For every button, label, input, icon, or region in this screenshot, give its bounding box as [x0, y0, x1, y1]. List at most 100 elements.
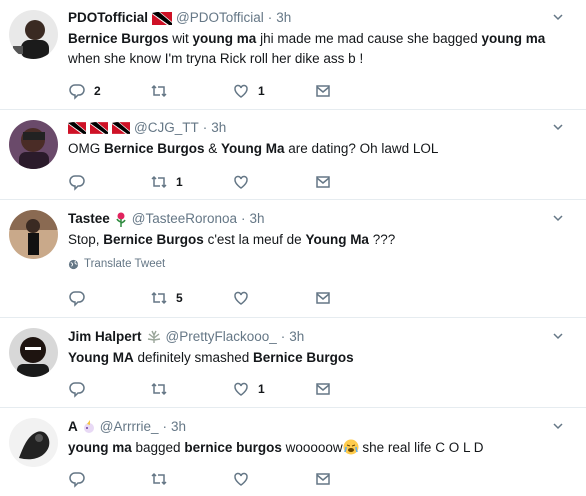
mention-text: Bernice Burgos	[253, 350, 354, 365]
flag-icon	[152, 11, 173, 25]
heart-icon	[234, 291, 248, 305]
mention-text: young ma	[481, 31, 546, 46]
text-span: OMG	[68, 141, 104, 156]
text-span: she real life C O L D	[358, 440, 484, 455]
chevron-down-icon[interactable]	[552, 11, 564, 23]
reply-button[interactable]: 2	[68, 82, 150, 100]
text-span: Stop,	[68, 232, 104, 247]
tweet-feed: PDOTofficial @PDOTofficial · 3h Bernice …	[0, 0, 586, 496]
heart-icon	[234, 472, 248, 486]
weary-face-emoji-icon	[343, 439, 359, 455]
user-handle[interactable]: @Arrrrie_	[100, 418, 159, 436]
timestamp[interactable]: 3h	[289, 328, 304, 346]
tweet[interactable]: Jim Halpert @PrettyFlackooo_ · 3h Young …	[0, 318, 586, 408]
avatar[interactable]	[9, 328, 58, 377]
reply-button[interactable]	[68, 380, 150, 398]
heart-icon	[234, 84, 248, 98]
translate-link[interactable]: Translate Tweet	[68, 258, 574, 270]
reply-count: 2	[94, 84, 101, 98]
avatar[interactable]	[9, 120, 58, 169]
separator-dot: ·	[241, 211, 246, 226]
reply-button[interactable]	[68, 289, 150, 307]
display-name[interactable]: Jim Halpert	[68, 328, 142, 346]
display-name[interactable]: A	[68, 418, 78, 436]
mention-text: young ma	[192, 31, 257, 46]
user-handle[interactable]: @PrettyFlackooo_	[166, 328, 277, 346]
flag-icon	[68, 122, 86, 134]
retweet-button[interactable]	[150, 82, 232, 100]
like-button[interactable]	[232, 289, 314, 307]
user-handle[interactable]: @CJG_TT	[134, 119, 199, 137]
mention-text: Bernice Burgos	[68, 31, 169, 46]
tweet[interactable]: Tastee @TasteeRoronoa · 3h Stop, Bernice…	[0, 200, 586, 318]
retweet-count: 1	[176, 175, 183, 189]
mention-text: Bernice Burgos	[104, 141, 205, 156]
separator-dot: ·	[202, 120, 208, 135]
like-button[interactable]: 1	[232, 82, 314, 100]
retweet-icon	[151, 175, 167, 189]
timestamp[interactable]: 3h	[211, 119, 226, 137]
like-button[interactable]	[232, 470, 314, 488]
text-span: wooooow	[281, 440, 343, 455]
mention-text: young ma	[68, 440, 132, 455]
text-span: when she know I'm tryna Rick roll her di…	[68, 51, 364, 66]
tweet[interactable]: @CJG_TT · 3h OMG Bernice Burgos & Young …	[0, 110, 586, 200]
like-button[interactable]: 1	[232, 380, 314, 398]
avatar[interactable]	[9, 210, 58, 259]
tweet[interactable]: A @Arrrrie_ · 3h young ma bagged bernice…	[0, 408, 586, 496]
display-name[interactable]: Tastee	[68, 210, 110, 228]
mention-text: Young Ma	[305, 232, 369, 247]
envelope-icon	[316, 176, 330, 188]
tweet-text: OMG Bernice Burgos & Young Ma are dating…	[68, 139, 574, 159]
envelope-icon	[316, 292, 330, 304]
dm-button[interactable]	[314, 470, 396, 488]
reply-icon	[69, 84, 85, 100]
retweet-button[interactable]: 1	[150, 173, 232, 191]
retweet-button[interactable]	[150, 470, 232, 488]
text-span: bagged	[131, 440, 185, 455]
rose-icon	[116, 212, 126, 227]
heart-icon	[234, 175, 248, 189]
mention-text: bernice burgos	[184, 440, 282, 455]
user-handle[interactable]: @PDOTofficial	[176, 9, 264, 27]
dm-button[interactable]	[314, 82, 396, 100]
chevron-down-icon[interactable]	[552, 212, 564, 224]
text-span: definitely smashed	[133, 350, 254, 365]
chevron-down-icon[interactable]	[552, 121, 564, 133]
tweet-text: young ma bagged bernice burgos wooooow s…	[68, 438, 574, 458]
reply-icon	[69, 175, 85, 191]
retweet-icon	[151, 472, 167, 486]
retweet-button[interactable]	[150, 380, 232, 398]
tweet[interactable]: PDOTofficial @PDOTofficial · 3h Bernice …	[0, 0, 586, 110]
avatar[interactable]	[9, 10, 58, 59]
envelope-icon	[316, 383, 330, 395]
tweet-text: Bernice Burgos wit young ma jhi made me …	[68, 29, 574, 69]
separator-dot: ·	[162, 419, 167, 434]
retweet-button[interactable]: 5	[150, 289, 232, 307]
like-button[interactable]	[232, 173, 314, 191]
mention-text: Bernice Burgos	[103, 232, 204, 247]
chevron-down-icon[interactable]	[552, 420, 564, 432]
timestamp[interactable]: 3h	[276, 9, 291, 27]
mention-text: Young Ma	[221, 141, 285, 156]
text-span: c'est la meuf de	[203, 232, 306, 247]
reply-button[interactable]	[68, 470, 150, 488]
reply-button[interactable]	[68, 173, 150, 191]
like-count: 1	[258, 84, 265, 98]
timestamp[interactable]: 3h	[250, 210, 265, 228]
globe-icon	[68, 259, 79, 269]
text-span: are dating? Oh lawd LOL	[284, 141, 439, 156]
translate-label: Translate Tweet	[84, 258, 166, 270]
chevron-down-icon[interactable]	[552, 330, 564, 342]
envelope-icon	[316, 85, 330, 97]
timestamp[interactable]: 3h	[171, 418, 186, 436]
tweet-text: Stop, Bernice Burgos c'est la meuf de Yo…	[68, 230, 574, 250]
dm-button[interactable]	[314, 289, 396, 307]
display-name[interactable]: PDOTofficial	[68, 9, 148, 27]
retweet-icon	[151, 291, 167, 305]
dm-button[interactable]	[314, 173, 396, 191]
avatar[interactable]	[9, 418, 58, 467]
mention-text: Young MA	[68, 350, 134, 365]
user-handle[interactable]: @TasteeRoronoa	[132, 210, 237, 228]
dm-button[interactable]	[314, 380, 396, 398]
